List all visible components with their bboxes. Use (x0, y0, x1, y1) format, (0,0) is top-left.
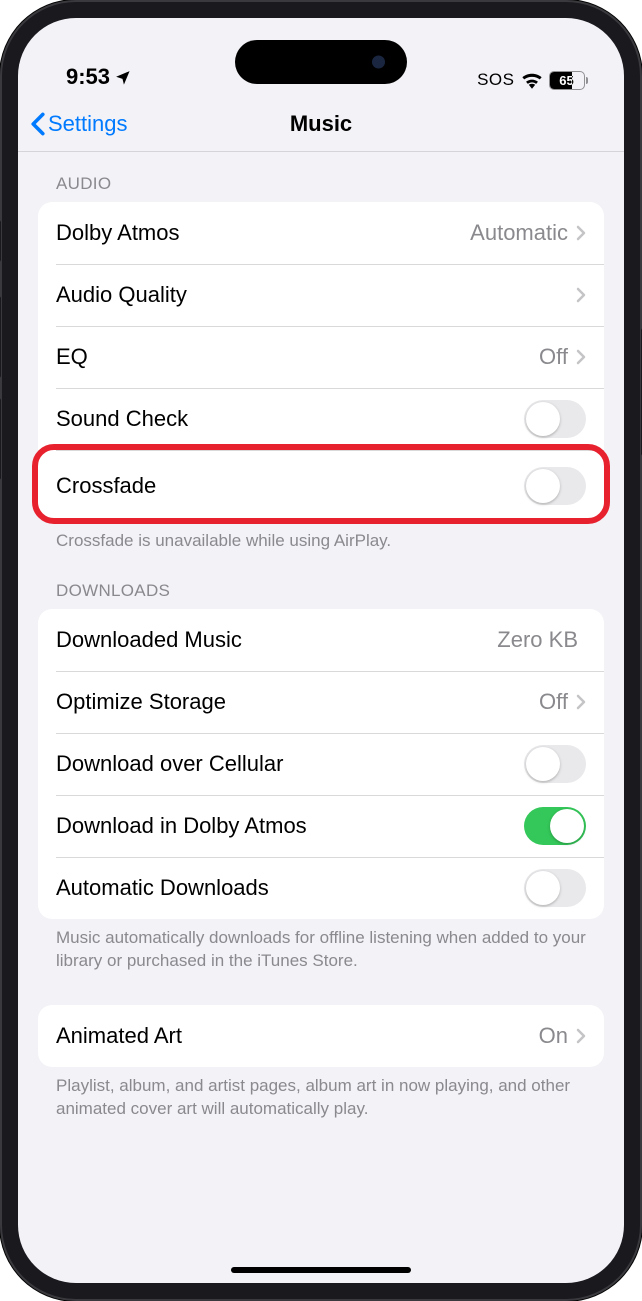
wifi-icon (521, 72, 543, 89)
section-header-audio: AUDIO (38, 152, 604, 202)
volume-up-button (0, 296, 1, 378)
cell-label: Sound Check (56, 406, 524, 432)
downloads-footer: Music automatically downloads for offlin… (38, 919, 604, 973)
cell-label: Optimize Storage (56, 689, 539, 715)
downloads-group: Downloaded Music Zero KB Optimize Storag… (38, 609, 604, 919)
back-label: Settings (48, 111, 128, 137)
settings-content[interactable]: AUDIO Dolby Atmos Automatic Audio Qualit… (18, 152, 624, 1283)
phone-frame: 9:53 SOS 65 (0, 0, 642, 1301)
nav-bar: Settings Music (18, 96, 624, 152)
cell-download-cellular[interactable]: Download over Cellular (38, 733, 604, 795)
cell-value: Off (539, 689, 568, 715)
cell-value: Zero KB (497, 627, 578, 653)
dynamic-island (235, 40, 407, 84)
location-icon (114, 69, 131, 86)
crossfade-toggle[interactable] (524, 467, 586, 505)
ringer-switch (0, 220, 1, 262)
chevron-right-icon (576, 287, 586, 303)
cell-label: Animated Art (56, 1023, 539, 1049)
cell-dolby-atmos[interactable]: Dolby Atmos Automatic (38, 202, 604, 264)
cell-label: EQ (56, 344, 539, 370)
back-button[interactable]: Settings (30, 111, 128, 137)
cell-label: Audio Quality (56, 282, 576, 308)
cell-label: Crossfade (56, 473, 524, 499)
status-time: 9:53 (66, 64, 110, 90)
chevron-right-icon (576, 349, 586, 365)
download-cellular-toggle[interactable] (524, 745, 586, 783)
cell-optimize-storage[interactable]: Optimize Storage Off (38, 671, 604, 733)
chevron-right-icon (576, 225, 586, 241)
sound-check-toggle[interactable] (524, 400, 586, 438)
section-header-downloads: DOWNLOADS (38, 553, 604, 609)
cell-download-dolby[interactable]: Download in Dolby Atmos (38, 795, 604, 857)
cell-label: Dolby Atmos (56, 220, 470, 246)
animated-art-footer: Playlist, album, and artist pages, album… (38, 1067, 604, 1161)
volume-down-button (0, 398, 1, 480)
cell-eq[interactable]: EQ Off (38, 326, 604, 388)
cell-animated-art[interactable]: Animated Art On (38, 1005, 604, 1067)
cell-audio-quality[interactable]: Audio Quality (38, 264, 604, 326)
download-dolby-toggle[interactable] (524, 807, 586, 845)
animated-art-group: Animated Art On (38, 1005, 604, 1067)
cell-crossfade[interactable]: Crossfade (38, 450, 604, 522)
cell-label: Download over Cellular (56, 751, 524, 777)
cell-value: On (539, 1023, 568, 1049)
audio-group: Dolby Atmos Automatic Audio Quality EQ O… (38, 202, 604, 522)
cell-label: Downloaded Music (56, 627, 497, 653)
automatic-downloads-toggle[interactable] (524, 869, 586, 907)
screen: 9:53 SOS 65 (18, 18, 624, 1283)
cell-sound-check[interactable]: Sound Check (38, 388, 604, 450)
home-indicator[interactable] (231, 1267, 411, 1273)
audio-footer: Crossfade is unavailable while using Air… (38, 522, 604, 553)
chevron-right-icon (576, 694, 586, 710)
cell-automatic-downloads[interactable]: Automatic Downloads (38, 857, 604, 919)
cell-label: Automatic Downloads (56, 875, 524, 901)
cell-value: Off (539, 344, 568, 370)
cell-downloaded-music[interactable]: Downloaded Music Zero KB (38, 609, 604, 671)
cell-label: Download in Dolby Atmos (56, 813, 524, 839)
battery-indicator: 65 (549, 71, 589, 90)
sos-indicator: SOS (477, 70, 514, 90)
chevron-left-icon (30, 112, 46, 136)
cell-value: Automatic (470, 220, 568, 246)
chevron-right-icon (576, 1028, 586, 1044)
